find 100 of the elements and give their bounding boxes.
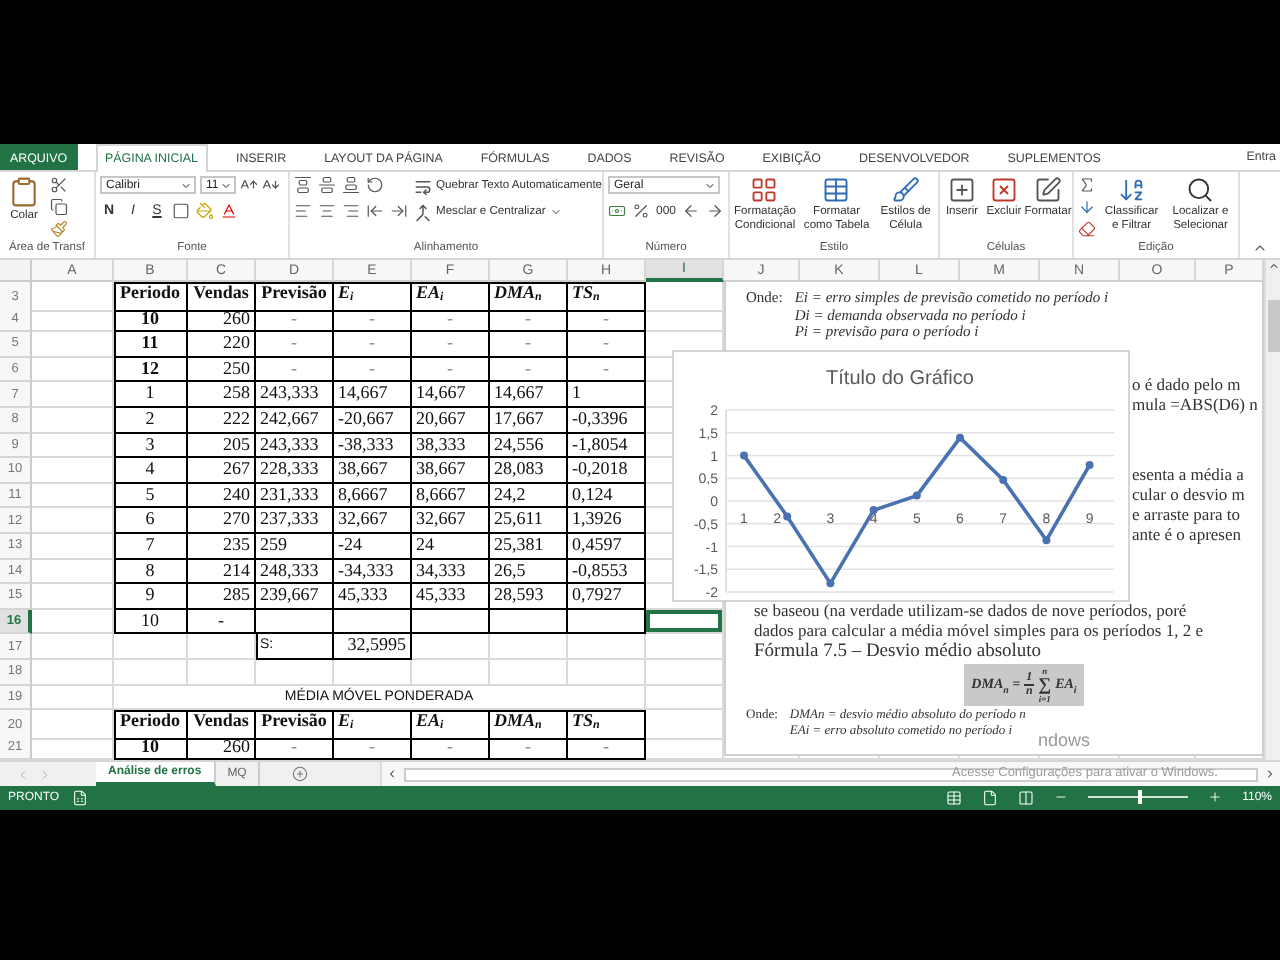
table-cell: EA$_{i}$ xyxy=(412,282,490,312)
table-cell: -1,8054 xyxy=(568,433,646,459)
brush-icon[interactable] xyxy=(891,176,920,204)
grid-icon[interactable] xyxy=(750,176,779,204)
scrollbar-thumb[interactable] xyxy=(404,767,1258,782)
table-cell: - xyxy=(412,357,490,383)
empty-cell xyxy=(334,609,412,635)
table-cell: 9 xyxy=(114,584,188,610)
empty-cell xyxy=(490,659,568,685)
scrollbar-thumb[interactable] xyxy=(1267,300,1279,352)
decrease-indent-icon[interactable] xyxy=(366,202,384,220)
align-left-icon[interactable] xyxy=(294,202,312,220)
data-point xyxy=(999,476,1008,485)
empty-cell xyxy=(412,609,490,635)
table-cell: 5 xyxy=(114,483,188,509)
increase-decimal-icon[interactable] xyxy=(682,202,701,220)
table-cell: -34,333 xyxy=(334,559,412,585)
table-cell: 32,5995 xyxy=(334,634,412,660)
merge-icon xyxy=(414,203,432,221)
scroll-right-icon[interactable] xyxy=(1264,768,1276,781)
table-cell: 20,667 xyxy=(412,407,490,434)
table-cell: 259 xyxy=(256,533,334,560)
table-cell: - xyxy=(334,332,412,358)
delete-cells-icon[interactable] xyxy=(990,176,1018,204)
copy-icon[interactable] xyxy=(50,198,68,216)
font-color-icon[interactable] xyxy=(220,202,238,220)
table-cell: 11 xyxy=(114,332,188,358)
table-cell: Previsão xyxy=(256,282,334,312)
align-middle-icon[interactable] xyxy=(318,176,336,194)
empty-cell xyxy=(490,609,568,635)
horizontal-scrollbar[interactable] xyxy=(380,762,1280,786)
scroll-left-icon[interactable] xyxy=(386,768,398,781)
empty-cell xyxy=(114,634,188,660)
normal-view-icon[interactable] xyxy=(946,789,963,806)
sort-icon[interactable] xyxy=(1117,176,1146,204)
text-line: o é dado pelo m xyxy=(1132,373,1243,393)
fill-color-icon[interactable] xyxy=(196,202,214,220)
vertical-scrollbar[interactable] xyxy=(1264,260,1280,761)
cell-cursor[interactable] xyxy=(646,609,724,635)
align-bottom-icon[interactable] xyxy=(342,176,360,194)
table-cell: DMA$_{n}$ xyxy=(490,282,568,312)
table-cell: TS$_{n}$ xyxy=(568,710,646,741)
sum-icon[interactable] xyxy=(1078,176,1096,194)
caret-icon xyxy=(180,179,192,191)
table-cell: 258 xyxy=(188,382,256,408)
clipboard-icon[interactable] xyxy=(8,176,40,208)
border-icon[interactable] xyxy=(172,202,190,220)
table-cell: 34,333 xyxy=(412,559,490,585)
table-cell: -0,3396 xyxy=(568,407,646,434)
eraser-icon[interactable] xyxy=(1078,220,1096,238)
align-top-icon[interactable] xyxy=(294,176,312,194)
table-cell: 239,667 xyxy=(256,584,334,610)
shrink-font-icon[interactable] xyxy=(262,176,280,194)
currency-icon[interactable] xyxy=(608,202,626,220)
empty-cell xyxy=(568,634,646,660)
paintbrush-icon[interactable] xyxy=(50,220,68,238)
data-point xyxy=(826,579,835,588)
zoom-in-icon[interactable] xyxy=(1208,790,1223,805)
table-cell: TS$_{n}$ xyxy=(568,282,646,312)
table-cell: - xyxy=(256,357,334,383)
table-cell: 1 xyxy=(568,382,646,408)
align-center-icon[interactable] xyxy=(318,202,336,220)
formula-title: Fórmula 7.5 – Desvio médio absoluto xyxy=(752,642,1044,663)
scissors-icon[interactable] xyxy=(50,176,68,194)
table-cell: 24 xyxy=(412,533,490,560)
decrease-decimal-icon[interactable] xyxy=(706,202,725,220)
table-cell: 8 xyxy=(114,559,188,585)
format-cells-icon[interactable] xyxy=(1034,176,1062,204)
table-icon[interactable] xyxy=(822,176,851,204)
page-layout-icon[interactable] xyxy=(982,789,999,806)
empty-cell xyxy=(188,634,256,660)
table-cell: - xyxy=(568,332,646,358)
empty-cell xyxy=(568,609,646,635)
collapse-ribbon-icon[interactable] xyxy=(1252,240,1268,256)
grow-font-icon[interactable] xyxy=(240,176,258,194)
zoom-thumb[interactable] xyxy=(1138,790,1143,805)
empty-cell xyxy=(256,659,334,685)
increase-indent-icon[interactable] xyxy=(390,202,408,220)
align-right-icon[interactable] xyxy=(342,202,360,220)
table-cell: Vendas xyxy=(188,282,256,312)
table-cell: 12 xyxy=(114,357,188,383)
table-cell: 28,083 xyxy=(490,458,568,484)
empty-cell xyxy=(490,634,568,660)
empty-cell xyxy=(256,609,334,635)
fill-down-icon[interactable] xyxy=(1078,198,1096,216)
data-point xyxy=(869,506,878,515)
percent-icon[interactable] xyxy=(632,202,650,220)
table-cell: Vendas xyxy=(188,710,256,741)
add-sheet-icon[interactable] xyxy=(292,766,309,783)
search-icon[interactable] xyxy=(1186,176,1215,204)
page-break-icon[interactable] xyxy=(1018,789,1035,806)
sheet-icon[interactable] xyxy=(71,789,88,806)
insert-cells-icon[interactable] xyxy=(948,176,976,204)
table-cell: 214 xyxy=(188,559,256,585)
table-cell: 240 xyxy=(188,483,256,509)
chart-title: Título do Gráfico xyxy=(826,368,974,390)
scroll-up-icon[interactable] xyxy=(1267,260,1279,272)
rotate-text-icon[interactable] xyxy=(366,176,384,194)
data-point xyxy=(783,512,792,521)
table-cell: 228,333 xyxy=(256,458,334,484)
